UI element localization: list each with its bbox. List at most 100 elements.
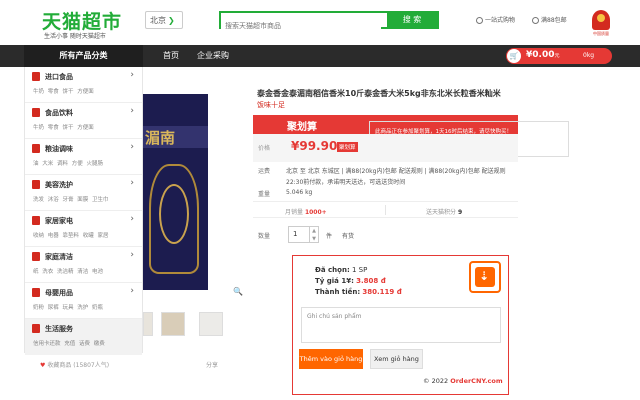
chevron-right-icon: › xyxy=(130,178,134,188)
category-icon xyxy=(32,144,40,153)
category-subs: 奶粉 尿裤 玩具 洗护 奶瓶 xyxy=(33,305,103,311)
total-amount: Thành tiền: 380.119 đ xyxy=(315,288,402,296)
promo-banner: 聚划算 此商品正在参加聚划算，1天16时后结束，请尽快购买！ xyxy=(253,115,569,157)
tmall-supermarket-logo[interactable]: 天猫超市 生活小事 随时天猫超市 xyxy=(42,7,142,40)
weight-value: 5.046 kg xyxy=(286,189,313,196)
search-button[interactable]: 搜 索 xyxy=(387,13,437,27)
city-name: 北京 xyxy=(150,16,166,25)
weight-label: 重量 xyxy=(258,191,271,198)
category-name: 生活服务 xyxy=(45,325,73,333)
logo-text: 天猫超市 xyxy=(42,11,123,33)
category-icon xyxy=(32,108,40,117)
view-cart-button[interactable]: Xem giỏ hàng xyxy=(370,349,423,369)
category-name: 家庭清洁 xyxy=(45,253,73,261)
mini-cart[interactable]: 🛒 ¥0.00元 0kg xyxy=(506,48,612,64)
weight-row: 重量 5.046 kg xyxy=(258,189,312,198)
category-subs: 信用卡还款 充值 话费 缴费 xyxy=(33,341,105,347)
circle-icon xyxy=(532,17,539,24)
cart-icon: 🛒 xyxy=(507,49,521,63)
city-selector[interactable]: 北京 ❯ xyxy=(145,11,183,29)
selected-count: Đã chọn: 1 SP xyxy=(315,266,368,274)
quantity-stepper[interactable]: ▲ ▼ xyxy=(310,226,319,243)
ornament xyxy=(159,184,189,244)
heart-icon: ♥ xyxy=(40,362,46,369)
category-icon xyxy=(32,288,40,297)
category-name: 家居家电 xyxy=(45,217,73,225)
category-name: 粮油调味 xyxy=(45,145,73,153)
price-area: 价格 ¥99.90 聚划算 xyxy=(253,134,518,162)
quantity-label: 数量 xyxy=(258,233,271,240)
category-sidebar: 进口食品 › 牛奶 零食 饼干 方便面 食品饮料 › 牛奶 零食 饼干 方便面 粮油调味… xyxy=(24,67,143,355)
category-name: 进口食品 xyxy=(45,73,73,81)
top-header: 天猫超市 生活小事 随时天猫超市 北京❯ 搜 索 一站式购物 满88包邮 中国质… xyxy=(0,0,640,44)
category-item[interactable]: 生活服务信用卡还款 充值 话费 缴费 xyxy=(25,319,142,355)
delivery-note: 22:30前付款，承诺明天送达，可选送货时间 xyxy=(286,179,406,186)
chevron-right-icon: › xyxy=(130,286,134,296)
category-icon xyxy=(32,252,40,261)
category-subs: 牛奶 零食 饼干 方便面 xyxy=(33,125,94,131)
chevron-right-icon: › xyxy=(130,70,134,80)
category-subs: 收纳 电器 靠垫料 收罐 家居 xyxy=(33,233,109,239)
nav-home[interactable]: 首页 xyxy=(163,45,179,67)
delivery-value[interactable]: 北京 至 北京 东城区 | 满88(20kg内)包邮 配送规则 | 满88(20… xyxy=(286,166,506,175)
points: 送天猫积分 9 xyxy=(426,209,463,216)
nav-enterprise[interactable]: 企业采购 xyxy=(197,45,229,67)
product-note-field[interactable]: Ghi chú sản phẩm xyxy=(301,307,501,343)
favorite-link[interactable]: ♥ 收藏商品 (15807人气) xyxy=(40,360,109,369)
thumbnail[interactable] xyxy=(199,312,223,336)
category-subs: 牛奶 零食 饼干 方便面 xyxy=(33,89,94,95)
zoom-icon[interactable]: 🔍 xyxy=(233,287,243,296)
product-subtitle: 饭味十足 xyxy=(257,101,285,109)
stock-status: 有货 xyxy=(342,233,355,240)
price-label: 价格 xyxy=(258,145,271,152)
rice-bag-image: 湄南 xyxy=(143,94,208,290)
category-item[interactable]: 食品饮料 › 牛奶 零食 饼干 方便面 xyxy=(25,103,142,139)
cart-amount: ¥0.00元 xyxy=(526,50,560,60)
category-item[interactable]: 粮油调味 › 油 大米 调料 方便 火腿肠 xyxy=(25,139,142,175)
logo-slogan: 生活小事 随时天猫超市 xyxy=(44,33,106,40)
category-subs: 油 大米 调料 方便 火腿肠 xyxy=(33,161,103,167)
share-link[interactable]: 分享 xyxy=(206,360,218,369)
category-item[interactable]: 家庭清洁 › 纸 洗衣 洗洁精 清洁 电池 xyxy=(25,247,142,283)
category-item[interactable]: 美容洗护 › 洗发 沐浴 牙膏 面膜 卫生巾 xyxy=(25,175,142,211)
category-item[interactable]: 家居家电 › 收纳 电器 靠垫料 收罐 家居 xyxy=(25,211,142,247)
chevron-right-icon: › xyxy=(130,142,134,152)
category-item[interactable]: 进口食品 › 牛奶 零食 饼干 方便面 xyxy=(25,67,142,103)
chevron-down-icon: ❯ xyxy=(168,16,175,25)
exchange-rate: Tỷ giá 1¥: 3.808 đ xyxy=(315,277,386,285)
category-name: 母婴用品 xyxy=(45,289,73,297)
chevron-right-icon: › xyxy=(130,106,134,116)
sales-stats: 月销量 1000+ 送天猫积分 9 xyxy=(253,201,518,218)
quantity-input[interactable]: 1 xyxy=(288,226,310,243)
quantity-unit: 件 xyxy=(326,233,333,240)
circle-icon xyxy=(476,17,483,24)
chevron-right-icon: › xyxy=(130,214,134,224)
thumbnail[interactable] xyxy=(161,312,185,336)
thumbnail[interactable] xyxy=(143,312,153,336)
quick-link-one-stop[interactable]: 一站式购物 xyxy=(476,15,515,24)
category-name: 食品饮料 xyxy=(45,109,73,117)
product-image[interactable]: 湄南 xyxy=(143,90,244,302)
category-subs: 纸 洗衣 洗洁精 清洁 电池 xyxy=(33,269,103,275)
product-title: 泰金香金泰湄南稻信香米10斤泰金香大米5kg非东北米长粒香米籼米 xyxy=(257,89,501,98)
category-item[interactable]: 母婴用品 › 奶粉 尿裤 玩具 洗护 奶瓶 xyxy=(25,283,142,319)
quick-link-label: 一站式购物 xyxy=(485,17,516,24)
search-box: 搜 索 xyxy=(219,11,439,33)
chevron-right-icon: › xyxy=(130,250,134,260)
add-cart-icon[interactable]: ⇣ xyxy=(469,261,501,293)
add-to-cart-button[interactable]: Thêm vào giỏ hàng xyxy=(299,349,363,369)
order-panel: Đã chọn: 1 SP Tỷ giá 1¥: 3.808 đ Thành t… xyxy=(292,255,509,395)
monthly-sales: 月销量 1000+ xyxy=(285,209,327,216)
delivery-row: 运费 北京 至 北京 东城区 | 满88(20kg内)包邮 配送规则 | 满88(… xyxy=(258,166,506,175)
quick-link-label: 满88包邮 xyxy=(541,17,567,24)
category-icon xyxy=(32,72,40,81)
category-icon xyxy=(32,216,40,225)
favorite-label: 收藏商品 (15807人气) xyxy=(47,362,110,369)
category-name: 美容洗护 xyxy=(45,181,73,189)
search-input[interactable] xyxy=(221,19,381,33)
all-categories-button[interactable]: 所有产品分类 xyxy=(24,45,143,67)
divider xyxy=(385,205,386,215)
copyright: © 2022 OrderCNY.com xyxy=(423,377,503,385)
quick-link-free-shipping[interactable]: 满88包邮 xyxy=(532,15,567,24)
category-icon xyxy=(32,324,40,333)
